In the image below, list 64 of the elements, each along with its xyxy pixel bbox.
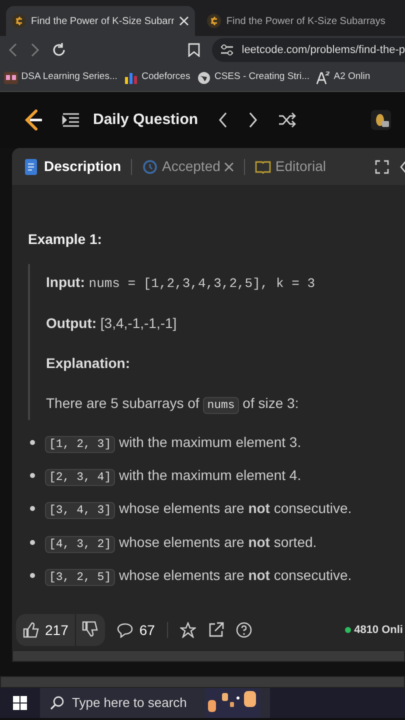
comments-button[interactable]: 67 <box>116 620 155 640</box>
book-icon <box>255 158 272 174</box>
bullet-icon <box>30 572 35 578</box>
star-icon[interactable] <box>180 622 196 638</box>
settings-icon <box>220 44 234 56</box>
example-line: Input: nums = [1,2,3,4,3,2,5], k = 3 <box>46 273 316 293</box>
history-icon <box>142 158 158 174</box>
status-dot-icon <box>344 627 351 633</box>
bookmark-link[interactable]: CSES - Creating Stri... <box>197 70 310 85</box>
bullet-text: [3, 4, 3] whose elements are not consecutive. <box>45 498 352 520</box>
explanation-text: There are 5 subarrays of nums of size 3: <box>46 394 300 414</box>
url-text: leetcode.com/problems/find-the-p <box>242 42 405 58</box>
thumbs-down-icon <box>82 621 98 638</box>
bookmark-link[interactable]: Codeforces <box>124 70 190 85</box>
comment-icon <box>116 622 133 638</box>
bar-chart-icon <box>124 70 138 84</box>
share-icon[interactable] <box>208 622 224 638</box>
shuffle-icon[interactable] <box>278 112 296 128</box>
previous-icon[interactable] <box>218 112 228 128</box>
browser-tab[interactable]: Find the Power of K-Size Subarr <box>6 6 196 36</box>
back-icon[interactable] <box>8 43 18 57</box>
bullet-icon <box>30 440 35 445</box>
close-icon[interactable] <box>224 162 234 172</box>
bullet-text: [1, 2, 3] with the maximum element 3. <box>45 432 302 453</box>
bullet-icon <box>30 540 35 545</box>
next-icon[interactable] <box>248 112 258 128</box>
search-icon <box>50 696 64 710</box>
panel-tab[interactable]: Description <box>24 156 122 177</box>
fullscreen-icon[interactable] <box>375 160 389 174</box>
explanation-label: Explanation: <box>46 354 132 373</box>
logo-icon[interactable] <box>22 108 42 132</box>
chevron-icon[interactable] <box>399 160 405 174</box>
help-icon[interactable] <box>236 622 252 638</box>
browser-tab[interactable]: Find the Power of K-Size Subarrays <box>201 6 392 36</box>
scrollbar[interactable] <box>12 650 405 662</box>
bullet-text: [2, 3, 4] with the maximum element 4. <box>45 465 302 486</box>
header-title[interactable]: Daily Question <box>93 108 198 132</box>
bookmark-link[interactable]: A2 Onlin <box>316 70 370 85</box>
scrollbar[interactable] <box>0 676 405 688</box>
document-icon <box>24 158 40 174</box>
bookmark-link[interactable]: DSA Learning Series... <box>4 70 118 85</box>
panel-tab[interactable]: Editorial <box>255 156 326 177</box>
bullet-text: [4, 3, 2] whose elements are not sorted. <box>45 532 317 553</box>
windows-icon[interactable] <box>13 696 27 710</box>
panel-tab[interactable]: Accepted <box>142 156 234 177</box>
tab-title: Find the Power of K-Size Subarrays <box>226 14 386 28</box>
taskbar-search-field[interactable]: Type here to search <box>40 688 270 718</box>
thumbs-up-icon <box>22 622 38 638</box>
address-field[interactable]: leetcode.com/problems/find-the-p <box>212 38 405 62</box>
online-count: 4810 Onli <box>354 622 403 638</box>
example-line: Output: [3,4,-1,-1,-1] <box>46 314 178 333</box>
reload-icon[interactable] <box>52 43 66 57</box>
bullet-icon <box>30 506 35 512</box>
site-icon <box>207 14 222 28</box>
forward-icon[interactable] <box>30 43 40 57</box>
bookmark-icon[interactable] <box>188 43 200 57</box>
example-heading: Example 1: <box>28 230 103 249</box>
site-icon <box>12 14 26 28</box>
cc-icon <box>4 70 18 84</box>
letter-a-icon <box>316 70 330 84</box>
bullet-text: [3, 2, 5] whose elements are not consecutive. <box>45 564 352 586</box>
list-icon[interactable] <box>62 113 80 127</box>
tab-title: Find the Power of K-Size Subarr <box>31 14 174 28</box>
bullet-icon <box>30 473 35 478</box>
